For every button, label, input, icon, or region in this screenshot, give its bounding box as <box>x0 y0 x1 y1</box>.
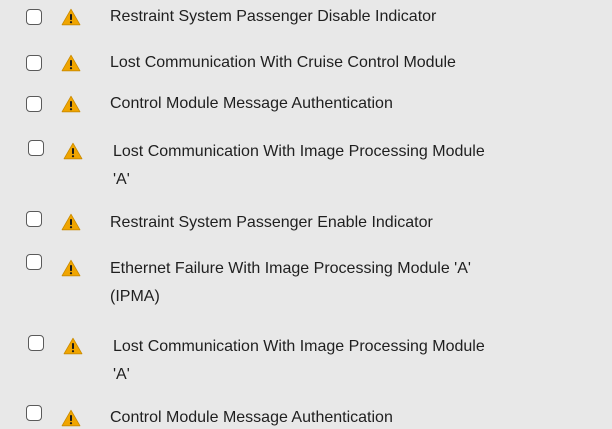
dtc-description: Restraint System Passenger Enable Indica… <box>110 214 433 231</box>
warning-triangle-icon <box>61 409 81 427</box>
dtc-description: Ethernet Failure With Image Processing M… <box>110 260 471 277</box>
row-checkbox[interactable] <box>26 254 42 270</box>
dtc-description-continued: 'A' <box>113 171 130 188</box>
dtc-description-continued: 'A' <box>113 366 130 383</box>
dtc-description: Restraint System Passenger Disable Indic… <box>110 8 437 25</box>
row-checkbox[interactable] <box>26 9 42 25</box>
warning-triangle-icon <box>61 95 81 113</box>
warning-triangle-icon <box>61 259 81 277</box>
dtc-list: Restraint System Passenger Disable Indic… <box>0 0 612 429</box>
warning-triangle-icon <box>63 142 83 160</box>
row-checkbox[interactable] <box>28 140 44 156</box>
dtc-description: Lost Communication With Image Processing… <box>113 338 485 355</box>
warning-triangle-icon <box>61 8 81 26</box>
warning-triangle-icon <box>63 337 83 355</box>
dtc-description: Lost Communication With Image Processing… <box>113 143 485 160</box>
row-checkbox[interactable] <box>28 335 44 351</box>
dtc-description: Control Module Message Authentication <box>110 409 393 426</box>
row-checkbox[interactable] <box>26 96 42 112</box>
row-checkbox[interactable] <box>26 211 42 227</box>
row-checkbox[interactable] <box>26 55 42 71</box>
dtc-description-continued: (IPMA) <box>110 288 160 305</box>
warning-triangle-icon <box>61 213 81 231</box>
dtc-description: Control Module Message Authentication <box>110 95 393 112</box>
warning-triangle-icon <box>61 54 81 72</box>
row-checkbox[interactable] <box>26 405 42 421</box>
dtc-description: Lost Communication With Cruise Control M… <box>110 54 456 71</box>
